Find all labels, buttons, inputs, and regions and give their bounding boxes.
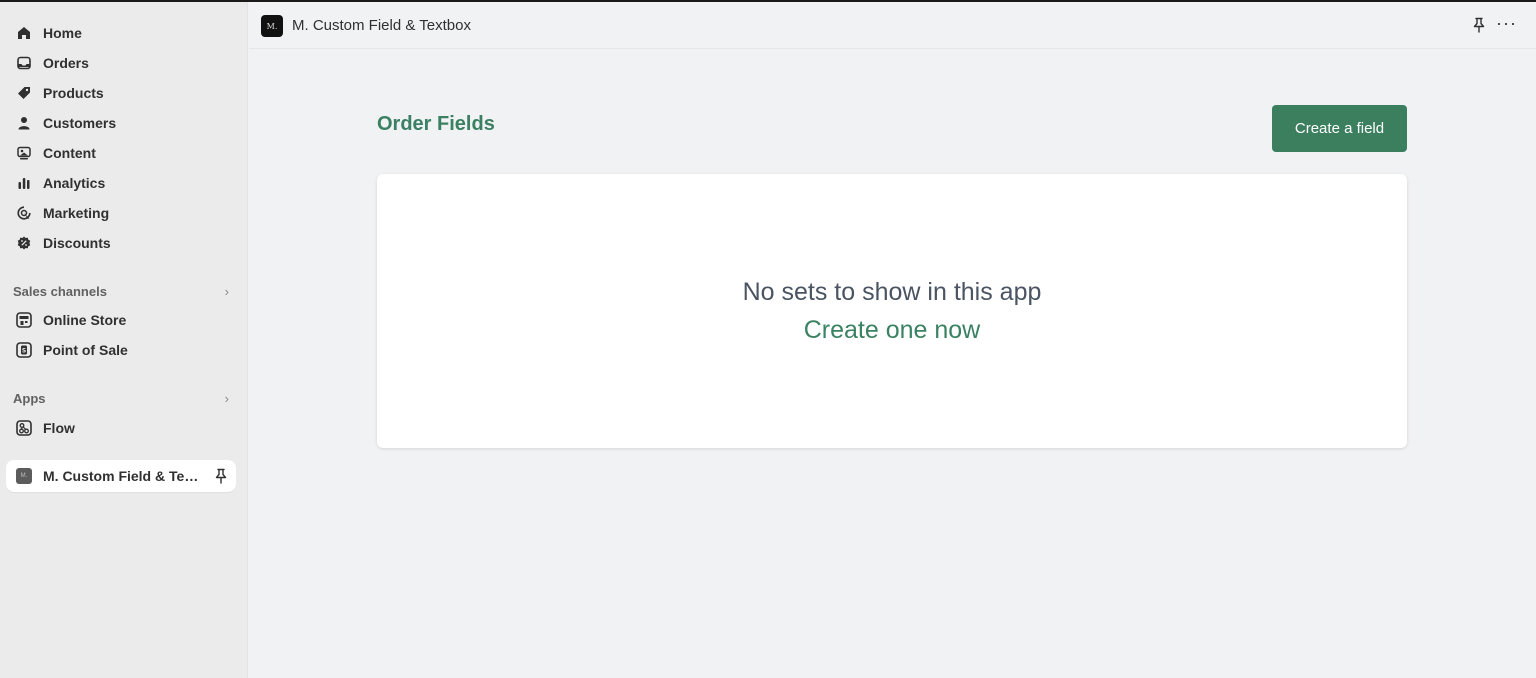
sidebar-item-label: M. Custom Field & Tex... <box>43 468 203 484</box>
pin-icon[interactable] <box>1472 17 1486 38</box>
sidebar-item-label: Content <box>43 145 96 161</box>
sidebar-item-analytics[interactable]: Analytics <box>6 169 236 197</box>
app-logo: M. <box>261 15 283 37</box>
inbox-icon <box>16 55 32 71</box>
sidebar-item-online-store[interactable]: Online Store <box>6 306 236 334</box>
create-one-now-link[interactable]: Create one now <box>377 316 1407 345</box>
sidebar-item-orders[interactable]: Orders <box>6 49 236 77</box>
sales-channels-header[interactable]: Sales channels › <box>13 282 231 300</box>
sidebar-item-content[interactable]: Content <box>6 139 236 167</box>
create-field-button[interactable]: Create a field <box>1272 105 1407 152</box>
chevron-right-icon: › <box>224 283 229 299</box>
store-icon <box>16 312 32 328</box>
sidebar-item-label: Orders <box>43 55 89 71</box>
sidebar-item-discounts[interactable]: Discounts <box>6 229 236 257</box>
apps-header[interactable]: Apps › <box>13 389 231 407</box>
sidebar-item-home[interactable]: Home <box>6 19 236 47</box>
app-logo-icon: M. <box>16 468 32 484</box>
app-header: M. M. Custom Field & Textbox ··· <box>249 2 1536 49</box>
sidebar-item-point-of-sale[interactable]: S Point of Sale <box>6 336 236 364</box>
target-icon <box>16 205 32 221</box>
sidebar-item-label: Home <box>43 25 82 41</box>
bar-chart-icon <box>16 175 32 191</box>
flow-icon <box>16 420 32 436</box>
page-title: Order Fields <box>377 113 495 135</box>
svg-text:S: S <box>22 348 26 355</box>
empty-state-title: No sets to show in this app <box>742 278 1042 306</box>
sidebar-item-label: Discounts <box>43 235 111 251</box>
sidebar: Home Orders Products Customers Content A… <box>0 2 248 678</box>
sales-channels-heading: Sales channels <box>13 283 107 299</box>
person-icon <box>16 115 32 131</box>
sidebar-item-label: Online Store <box>43 312 127 328</box>
app-title: M. Custom Field & Textbox <box>292 17 471 34</box>
sidebar-item-label: Products <box>43 85 104 101</box>
sidebar-item-products[interactable]: Products <box>6 79 236 107</box>
sidebar-item-customers[interactable]: Customers <box>6 109 236 137</box>
sidebar-item-label: Customers <box>43 115 117 131</box>
apps-heading: Apps <box>13 390 46 406</box>
sidebar-item-marketing[interactable]: Marketing <box>6 199 236 227</box>
sidebar-item-label: Point of Sale <box>43 342 128 358</box>
pin-icon[interactable] <box>214 468 228 489</box>
sidebar-item-label: Marketing <box>43 205 110 221</box>
sidebar-item-label: Flow <box>43 420 75 436</box>
discount-icon <box>16 235 32 251</box>
sidebar-item-label: Analytics <box>43 175 106 191</box>
pos-icon: S <box>16 342 32 358</box>
chevron-right-icon: › <box>224 390 229 406</box>
home-icon <box>16 25 32 41</box>
sidebar-item-flow[interactable]: Flow <box>6 414 236 442</box>
image-icon <box>16 145 32 161</box>
empty-state-card: No sets to show in this app Create one n… <box>377 174 1407 448</box>
sidebar-item-active-app[interactable]: M. M. Custom Field & Tex... <box>6 460 236 492</box>
tag-icon <box>16 85 32 101</box>
app-frame: Home Orders Products Customers Content A… <box>0 2 1536 678</box>
more-actions-button[interactable]: ··· <box>1496 14 1517 32</box>
